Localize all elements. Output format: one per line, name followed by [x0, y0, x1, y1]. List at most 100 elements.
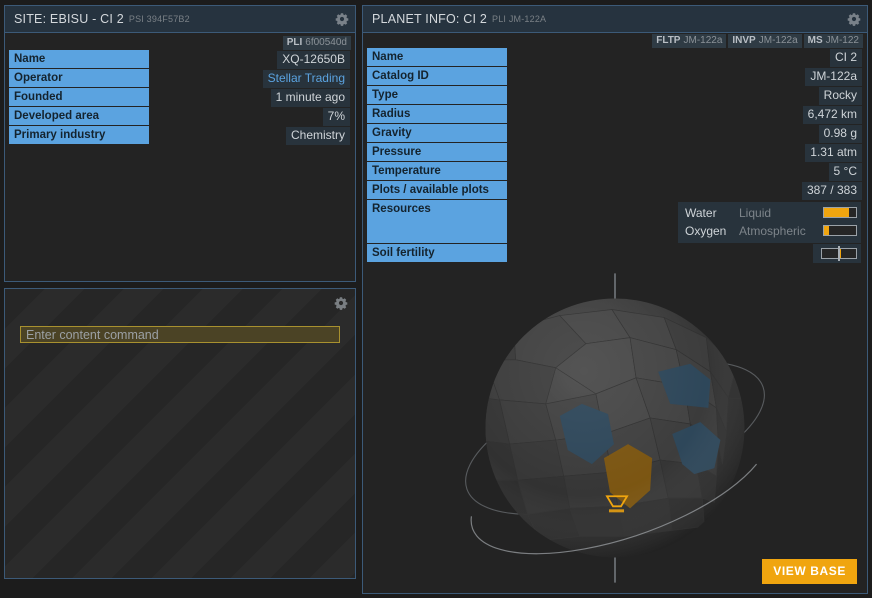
row-label-catalog-id: Catalog ID — [367, 67, 507, 86]
table-row: Gravity 0.98 g — [367, 124, 863, 143]
table-row: Pressure 1.31 atm — [367, 143, 863, 162]
row-value-plots: 387 / 383 — [507, 181, 863, 200]
row-value-resources: Water Liquid Oxygen Atmospheric — [507, 200, 863, 244]
row-value-catalog-id: JM-122a — [507, 67, 863, 86]
planet-radius-value: 6,472 km — [802, 105, 862, 124]
planet-pressure-value: 1.31 atm — [805, 143, 862, 162]
badge-ms-code: MS — [807, 35, 823, 46]
planet-panel-title: PLANET INFO: CI 2 — [372, 12, 488, 26]
resource-bar-water — [823, 207, 857, 218]
content-command-body — [5, 289, 355, 578]
planet-panel-body: FLTP JM-122a INVP JM-122a MS JM-122 Name CI… — [363, 33, 867, 593]
site-developed-area-value: 7% — [322, 107, 350, 126]
badge-invp-value: JM-122a — [758, 35, 798, 46]
site-panel-content: PLI 6f00540d Name XQ-12650B Operator Ste… — [5, 33, 355, 145]
table-row: Radius 6,472 km — [367, 105, 863, 124]
table-row: Plots / available plots 387 / 383 — [367, 181, 863, 200]
badge-fltp-code: FLTP — [656, 35, 681, 46]
planet-globe-svg — [465, 273, 765, 583]
table-row-soil-fertility: Soil fertility — [367, 244, 863, 263]
row-value-radius: 6,472 km — [507, 105, 863, 124]
planet-globe-stage[interactable]: VIEW BASE — [363, 263, 867, 593]
badge-ms[interactable]: MS JM-122 — [803, 34, 863, 48]
soil-fertility-center-tick — [838, 246, 840, 261]
site-panel: SITE: EBISU - CI 2 PSI 394F57B2 PLI 6f005… — [4, 5, 356, 282]
row-value-operator: Stellar Trading — [149, 69, 351, 88]
resource-type-water: Liquid — [739, 205, 772, 220]
planet-plots-value: 387 / 383 — [801, 181, 862, 200]
planet-panel-header: PLANET INFO: CI 2 PLI JM-122A — [363, 6, 867, 33]
badge-ms-value: JM-122 — [825, 35, 859, 46]
site-operator-link[interactable]: Stellar Trading — [262, 69, 350, 88]
content-command-input[interactable] — [20, 326, 340, 343]
planet-info-content: FLTP JM-122a INVP JM-122a MS JM-122 Name CI… — [363, 33, 867, 263]
resource-type-oxygen: Atmospheric — [739, 223, 806, 238]
soil-fertility-bar — [821, 246, 857, 261]
row-label-plots: Plots / available plots — [367, 181, 507, 200]
planet-gravity-value: 0.98 g — [818, 124, 862, 143]
app-root: SITE: EBISU - CI 2 PSI 394F57B2 PLI 6f005… — [0, 0, 872, 598]
gear-icon[interactable] — [335, 12, 349, 26]
table-row: Temperature 5 °C — [367, 162, 863, 181]
site-pli-badge-row: PLI 6f00540d — [9, 33, 351, 50]
row-label-resources: Resources — [367, 200, 507, 244]
row-label-gravity: Gravity — [367, 124, 507, 143]
table-row: Primary industry Chemistry — [9, 126, 351, 145]
row-label-founded: Founded — [9, 88, 149, 107]
row-label-type: Type — [367, 86, 507, 105]
row-label-primary-industry: Primary industry — [9, 126, 149, 145]
badge-invp-code: INVP — [732, 35, 756, 46]
planet-panel-title-sub: PLI JM-122A — [492, 14, 547, 24]
soil-fertility-cell — [813, 244, 861, 263]
gear-icon[interactable] — [847, 12, 861, 26]
resource-bar-water-fill — [824, 208, 849, 217]
row-value-developed-area: 7% — [149, 107, 351, 126]
resource-row-oxygen: Oxygen Atmospheric — [685, 222, 857, 240]
gear-icon[interactable] — [334, 296, 348, 310]
site-panel-title-sub: PSI 394F57B2 — [128, 14, 190, 24]
resource-name-oxygen: Oxygen — [685, 223, 727, 238]
row-label-name: Name — [9, 50, 149, 69]
planet-globe-section: VIEW BASE — [363, 263, 867, 593]
table-row: Name CI 2 — [367, 48, 863, 67]
row-value-gravity: 0.98 g — [507, 124, 863, 143]
planet-badge-row: FLTP JM-122a INVP JM-122a MS JM-122 — [367, 33, 863, 48]
row-value-name: XQ-12650B — [149, 50, 351, 69]
right-column: PLANET INFO: CI 2 PLI JM-122A FLTP JM-122… — [362, 5, 868, 594]
row-label-operator: Operator — [9, 69, 149, 88]
site-primary-industry-value: Chemistry — [285, 126, 350, 145]
row-label-temperature: Temperature — [367, 162, 507, 181]
row-value-founded: 1 minute ago — [149, 88, 351, 107]
table-row: Catalog ID JM-122a — [367, 67, 863, 86]
row-value-name: CI 2 — [507, 48, 863, 67]
row-value-pressure: 1.31 atm — [507, 143, 863, 162]
resources-table: Water Liquid Oxygen Atmospheric — [678, 201, 861, 243]
planet-catalog-id-value: JM-122a — [805, 67, 862, 86]
row-value-soil-fertility — [507, 244, 863, 263]
planet-info-panel: PLANET INFO: CI 2 PLI JM-122A FLTP JM-122… — [362, 5, 868, 594]
planet-temperature-value: 5 °C — [828, 162, 862, 181]
row-label-soil-fertility: Soil fertility — [367, 244, 507, 263]
row-label-pressure: Pressure — [367, 143, 507, 162]
resource-name-water: Water — [685, 205, 717, 220]
pli-badge-code: PLI — [286, 36, 303, 48]
resource-row-water: Water Liquid — [685, 204, 857, 222]
row-label-radius: Radius — [367, 105, 507, 124]
site-info-rows: Name XQ-12650B Operator Stellar Trading — [9, 50, 351, 145]
badge-fltp[interactable]: FLTP JM-122a — [652, 34, 727, 48]
table-row: Operator Stellar Trading — [9, 69, 351, 88]
badge-fltp-value: JM-122a — [683, 35, 723, 46]
pli-badge[interactable]: PLI 6f00540d — [282, 35, 351, 50]
site-panel-body: PLI 6f00540d Name XQ-12650B Operator Ste… — [5, 33, 355, 281]
row-value-type: Rocky — [507, 86, 863, 105]
site-founded-value: 1 minute ago — [270, 88, 350, 107]
left-column: SITE: EBISU - CI 2 PSI 394F57B2 PLI 6f005… — [4, 5, 356, 594]
site-panel-header: SITE: EBISU - CI 2 PSI 394F57B2 — [5, 6, 355, 33]
badge-invp[interactable]: INVP JM-122a — [728, 34, 802, 48]
planet-info-rows: Name CI 2 Catalog ID JM-122a Type Rocky … — [367, 48, 863, 263]
resource-bar-oxygen-fill — [824, 226, 829, 235]
row-label-developed-area: Developed area — [9, 107, 149, 126]
table-row: Type Rocky — [367, 86, 863, 105]
row-value-temperature: 5 °C — [507, 162, 863, 181]
view-base-button[interactable]: VIEW BASE — [762, 559, 857, 584]
